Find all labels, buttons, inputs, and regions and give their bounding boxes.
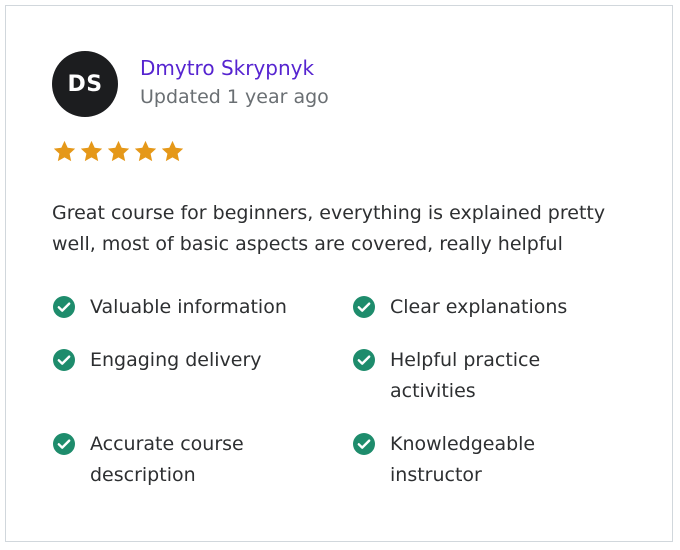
tag-label: Valuable information xyxy=(90,296,287,318)
check-circle-icon xyxy=(352,432,376,456)
star-icon xyxy=(160,139,185,164)
check-circle-icon xyxy=(52,432,76,456)
tag-label: Knowledgeable instructor xyxy=(390,433,536,486)
tag-item: Helpful practice activities xyxy=(352,345,652,407)
star-icon xyxy=(52,139,77,164)
tag-item: Clear explanations xyxy=(352,292,652,323)
updated-timestamp: Updated 1 year ago xyxy=(140,86,329,108)
check-circle-icon xyxy=(352,348,376,372)
review-text: Great course for beginners, everything i… xyxy=(52,202,606,255)
tag-label: Accurate course description xyxy=(90,433,244,486)
check-circle-icon xyxy=(52,295,76,319)
star-rating xyxy=(52,139,185,164)
tag-label: Clear explanations xyxy=(390,296,568,318)
user-meta: Dmytro Skrypnyk Updated 1 year ago xyxy=(140,54,329,112)
avatar: DS xyxy=(52,51,118,117)
check-circle-icon xyxy=(52,348,76,372)
tag-label: Helpful practice activities xyxy=(390,349,541,402)
tag-item: Knowledgeable instructor xyxy=(352,429,652,491)
avatar-initials: DS xyxy=(67,71,103,97)
star-icon xyxy=(79,139,104,164)
check-circle-icon xyxy=(352,295,376,319)
tag-item: Engaging delivery xyxy=(52,345,352,407)
tag-label: Engaging delivery xyxy=(90,349,262,371)
star-icon xyxy=(133,139,158,164)
review-header: DS Dmytro Skrypnyk Updated 1 year ago xyxy=(52,51,329,117)
review-card: DS Dmytro Skrypnyk Updated 1 year ago Gr… xyxy=(5,5,673,542)
star-icon xyxy=(106,139,131,164)
reviewer-name[interactable]: Dmytro Skrypnyk xyxy=(140,54,329,82)
review-tags: Valuable information Clear explanations … xyxy=(52,292,652,491)
tag-item: Accurate course description xyxy=(52,429,352,491)
tag-item: Valuable information xyxy=(52,292,352,323)
